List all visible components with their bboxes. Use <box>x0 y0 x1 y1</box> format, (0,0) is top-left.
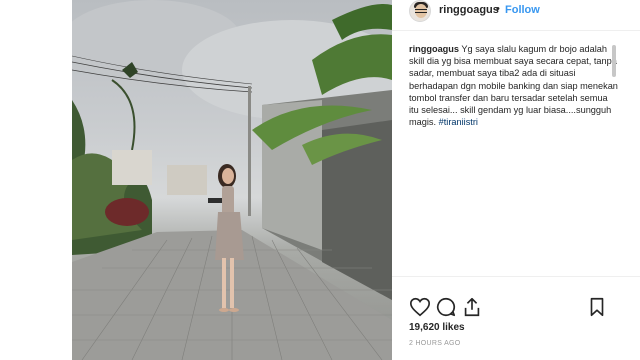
post-sidebar: ringgoagus • Follow ringgoagus Yg saya s… <box>392 0 640 360</box>
post-header: ringgoagus • Follow <box>392 0 640 22</box>
post-timestamp[interactable]: 2 HOURS AGO <box>409 340 461 347</box>
comment-icon[interactable] <box>435 296 457 318</box>
avatar[interactable] <box>409 0 431 22</box>
post-photo[interactable] <box>72 0 392 360</box>
likes-count[interactable]: 19,620 likes <box>409 322 465 333</box>
heart-icon[interactable] <box>409 296 431 318</box>
caption-scrollbar[interactable] <box>612 45 616 77</box>
photo-scene <box>72 0 392 360</box>
username-link[interactable]: ringgoagus <box>439 4 499 16</box>
bookmark-icon[interactable] <box>586 296 608 318</box>
follow-button[interactable]: Follow <box>505 4 540 16</box>
divider <box>392 30 640 31</box>
action-bar <box>392 296 640 320</box>
divider <box>392 276 640 277</box>
caption-hashtag[interactable]: #tiraniistri <box>439 117 478 127</box>
post-caption: ringgoagus Yg saya slalu kagum dr bojo a… <box>409 43 619 151</box>
share-icon[interactable] <box>461 296 483 318</box>
separator-dot: • <box>496 3 500 15</box>
caption-username[interactable]: ringgoagus <box>409 44 459 54</box>
caption-text: Yg saya slalu kagum dr bojo adalah skill… <box>409 44 618 128</box>
